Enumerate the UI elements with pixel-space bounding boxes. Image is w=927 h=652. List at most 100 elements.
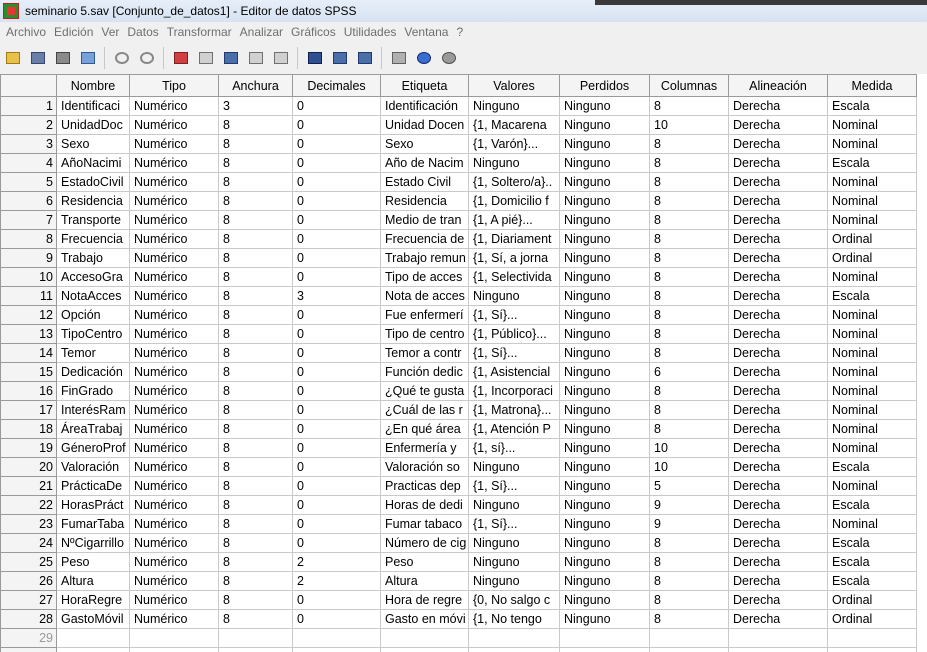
table-cell[interactable]: EstadoCivil	[56, 172, 130, 192]
table-cell[interactable]: {0, No salgo c	[468, 590, 560, 610]
table-cell[interactable]: 0	[292, 229, 381, 249]
menu-item[interactable]: Ver	[101, 25, 119, 39]
table-cell[interactable]: 8	[649, 172, 729, 192]
table-cell[interactable]: 8	[649, 134, 729, 154]
table-cell[interactable]: Escala	[827, 495, 917, 515]
weight-cases-button[interactable]	[331, 49, 349, 67]
table-cell[interactable]: Derecha	[728, 191, 828, 211]
table-cell[interactable]: Derecha	[728, 210, 828, 230]
table-cell[interactable]: 5	[649, 476, 729, 496]
row-number[interactable]: 30	[0, 647, 57, 652]
table-cell[interactable]: Ordinal	[827, 248, 917, 268]
table-row[interactable]: 29	[0, 628, 917, 648]
table-cell[interactable]: Hora de regre	[380, 590, 469, 610]
table-cell[interactable]: {1, No tengo	[468, 609, 560, 629]
table-cell[interactable]: Escala	[827, 286, 917, 306]
table-cell[interactable]: 8	[218, 210, 293, 230]
table-cell[interactable]: Derecha	[728, 533, 828, 553]
row-number[interactable]: 20	[0, 457, 57, 477]
table-cell[interactable]: {1, Sí}...	[468, 476, 560, 496]
table-cell[interactable]: Numérico	[129, 96, 219, 116]
redo-button[interactable]	[138, 49, 156, 67]
table-cell[interactable]: 8	[218, 286, 293, 306]
table-cell[interactable]: Practicas dep	[380, 476, 469, 496]
table-cell[interactable]: 8	[218, 590, 293, 610]
table-cell[interactable]: Valoración	[56, 457, 130, 477]
table-row[interactable]: 26 Altura Numérico 8 2 Altura Ninguno Ninguno 8 D…	[0, 571, 917, 591]
undo-button[interactable]	[113, 49, 131, 67]
table-cell[interactable]: Derecha	[728, 571, 828, 591]
row-number[interactable]: 9	[0, 248, 57, 268]
table-cell[interactable]: 8	[649, 229, 729, 249]
table-cell[interactable]: Derecha	[728, 514, 828, 534]
table-cell[interactable]: Numérico	[129, 267, 219, 287]
row-number[interactable]: 21	[0, 476, 57, 496]
table-cell[interactable]	[728, 647, 828, 652]
table-cell[interactable]: 0	[292, 343, 381, 363]
table-cell[interactable]: Numérico	[129, 286, 219, 306]
table-cell[interactable]: 8	[218, 609, 293, 629]
variable-view-grid[interactable]: Nombre Tipo Anchura Decimales Etiqueta Valore…	[0, 74, 927, 652]
select-cases-button[interactable]	[356, 49, 374, 67]
table-cell[interactable]: Derecha	[728, 457, 828, 477]
table-cell[interactable]: 8	[218, 400, 293, 420]
menu-item[interactable]: Gráficos	[291, 25, 336, 39]
table-cell[interactable]: 0	[292, 248, 381, 268]
table-cell[interactable]: 8	[218, 381, 293, 401]
table-cell[interactable]: Numérico	[129, 362, 219, 382]
table-cell[interactable]: 8	[649, 153, 729, 173]
table-cell[interactable]: Temor	[56, 343, 130, 363]
column-header[interactable]: Valores	[468, 74, 560, 97]
table-cell[interactable]: Derecha	[728, 153, 828, 173]
table-cell[interactable]: 0	[292, 96, 381, 116]
table-cell[interactable]: Temor a contr	[380, 343, 469, 363]
table-cell[interactable]: Escala	[827, 533, 917, 553]
table-row[interactable]: 24 NºCigarrillo Numérico 8 0 Número de cig Nin…	[0, 533, 917, 553]
table-cell[interactable]: Ninguno	[559, 172, 650, 192]
table-cell[interactable]: 0	[292, 362, 381, 382]
table-row[interactable]: 23 FumarTaba Numérico 8 0 Fumar tabaco {1, Sí}…	[0, 514, 917, 534]
table-cell[interactable]: ¿Qué te gusta	[380, 381, 469, 401]
table-row[interactable]: 21 PrácticaDe Numérico 8 0 Practicas dep {1, S…	[0, 476, 917, 496]
table-cell[interactable]	[292, 647, 381, 652]
table-cell[interactable]: Ordinal	[827, 609, 917, 629]
table-cell[interactable]: 2	[292, 571, 381, 591]
variables-button[interactable]	[197, 49, 215, 67]
table-cell[interactable]: 8	[649, 419, 729, 439]
table-cell[interactable]: Medio de tran	[380, 210, 469, 230]
table-cell[interactable]: 8	[218, 229, 293, 249]
value-labels-button[interactable]	[390, 49, 408, 67]
table-cell[interactable]	[827, 647, 917, 652]
table-cell[interactable]: {1, A pié}...	[468, 210, 560, 230]
table-row[interactable]: 3 Sexo Numérico 8 0 Sexo {1, Varón}... Ninguno 8…	[0, 134, 917, 154]
table-cell[interactable]: Ninguno	[559, 305, 650, 325]
table-cell[interactable]: PrácticaDe	[56, 476, 130, 496]
row-number[interactable]: 1	[0, 96, 57, 116]
table-cell[interactable]: 8	[218, 552, 293, 572]
table-cell[interactable]: Numérico	[129, 343, 219, 363]
row-number[interactable]: 16	[0, 381, 57, 401]
row-number[interactable]: 15	[0, 362, 57, 382]
table-row[interactable]: 28 GastoMóvil Numérico 8 0 Gasto en móvi {1, N…	[0, 609, 917, 629]
table-cell[interactable]: Transporte	[56, 210, 130, 230]
table-cell[interactable]: ÁreaTrabaj	[56, 419, 130, 439]
table-row[interactable]: 6 Residencia Numérico 8 0 Residencia {1, Domic…	[0, 191, 917, 211]
table-row[interactable]: 19 GéneroProf Numérico 8 0 Enfermería y {1, sí…	[0, 438, 917, 458]
table-cell[interactable]: 0	[292, 381, 381, 401]
table-cell[interactable]: FumarTaba	[56, 514, 130, 534]
table-cell[interactable]: Ninguno	[468, 495, 560, 515]
table-cell[interactable]: 8	[218, 191, 293, 211]
table-cell[interactable]: 0	[292, 495, 381, 515]
table-cell[interactable]: Derecha	[728, 267, 828, 287]
table-cell[interactable]: Numérico	[129, 381, 219, 401]
table-cell[interactable]: Derecha	[728, 134, 828, 154]
table-cell[interactable]: 8	[218, 267, 293, 287]
table-cell[interactable]: Derecha	[728, 495, 828, 515]
table-cell[interactable]	[649, 647, 729, 652]
table-row[interactable]: 14 Temor Numérico 8 0 Temor a contr {1, Sí}...…	[0, 343, 917, 363]
table-cell[interactable]: Numérico	[129, 514, 219, 534]
table-cell[interactable]: Escala	[827, 457, 917, 477]
table-cell[interactable]: UnidadDoc	[56, 115, 130, 135]
table-cell[interactable]: NotaAcces	[56, 286, 130, 306]
table-cell[interactable]: 8	[218, 571, 293, 591]
